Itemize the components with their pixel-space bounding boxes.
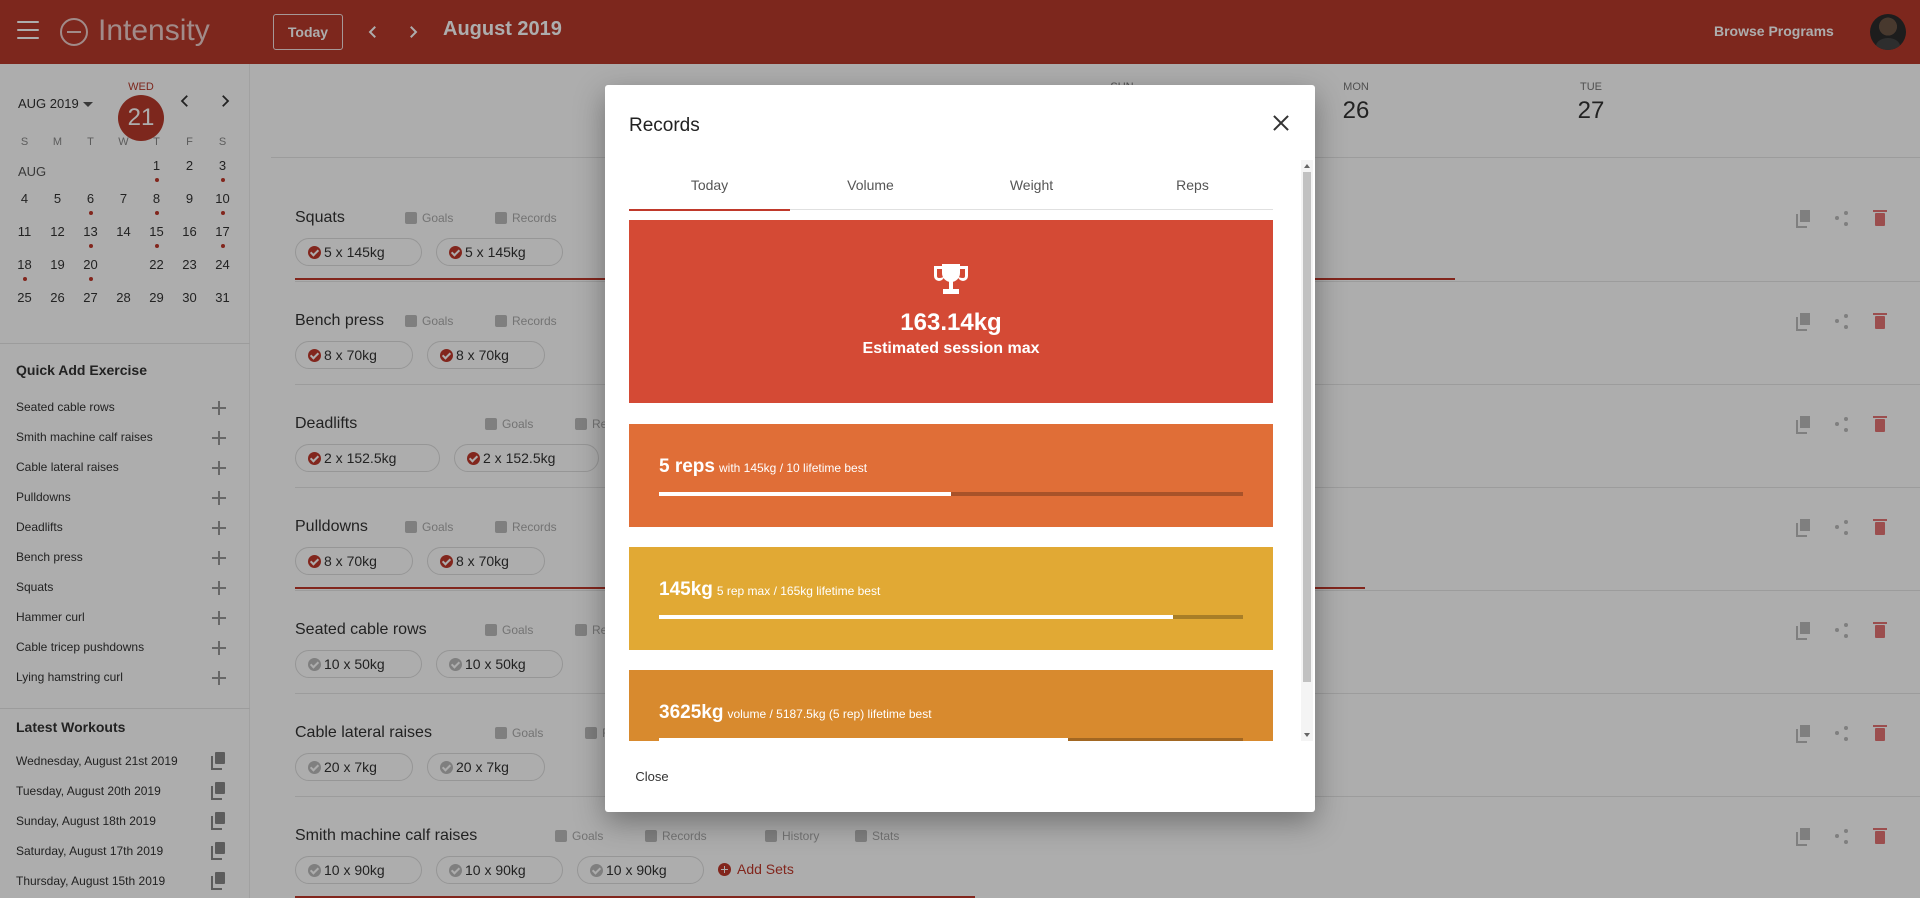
scroll-thumb[interactable] bbox=[1303, 172, 1311, 682]
session-max-label: Estimated session max bbox=[862, 340, 1040, 357]
dialog-title: Records bbox=[629, 115, 700, 136]
trophy-icon bbox=[934, 264, 968, 298]
tab-weight[interactable]: Weight bbox=[951, 160, 1112, 210]
record-progress-bar bbox=[659, 738, 1243, 741]
close-button[interactable]: Close bbox=[621, 759, 683, 795]
record-progress-fill bbox=[659, 615, 1173, 619]
record-detail: with 145kg / 10 lifetime best bbox=[718, 461, 868, 475]
tab-today[interactable]: Today bbox=[629, 160, 790, 211]
session-max-value: 163.14kg bbox=[900, 309, 1002, 336]
record-progress-fill bbox=[659, 492, 951, 496]
record-detail: 5 rep max / 165kg lifetime best bbox=[716, 584, 881, 598]
record-progress-fill bbox=[659, 738, 1068, 741]
records-dialog: Records Today Volume Weight Reps 163.14k… bbox=[605, 85, 1315, 812]
tab-reps[interactable]: Reps bbox=[1112, 160, 1273, 210]
dialog-body: Today Volume Weight Reps 163.14kg Estima… bbox=[605, 160, 1315, 741]
record-card-volume: 3625kg volume / 5187.5kg (5 rep) lifetime… bbox=[629, 670, 1273, 741]
record-progress-bar bbox=[659, 492, 1243, 496]
record-progress-bar bbox=[659, 615, 1243, 619]
record-detail: volume / 5187.5kg (5 rep) lifetime best bbox=[727, 707, 932, 721]
dialog-scrollbar[interactable] bbox=[1301, 160, 1313, 741]
record-main: 3625kg bbox=[659, 702, 724, 723]
records-tabs: Today Volume Weight Reps bbox=[629, 160, 1273, 211]
record-main: 145kg bbox=[659, 579, 713, 600]
record-card-reps: 5 reps with 145kg / 10 lifetime best bbox=[629, 424, 1273, 527]
tab-volume[interactable]: Volume bbox=[790, 160, 951, 210]
record-card-weight: 145kg 5 rep max / 165kg lifetime best bbox=[629, 547, 1273, 650]
record-main: 5 reps bbox=[659, 456, 715, 477]
close-icon[interactable] bbox=[1269, 111, 1293, 135]
scroll-down-icon[interactable] bbox=[1304, 733, 1310, 737]
session-max-card: 163.14kg Estimated session max bbox=[629, 220, 1273, 403]
scroll-up-icon[interactable] bbox=[1304, 164, 1310, 168]
